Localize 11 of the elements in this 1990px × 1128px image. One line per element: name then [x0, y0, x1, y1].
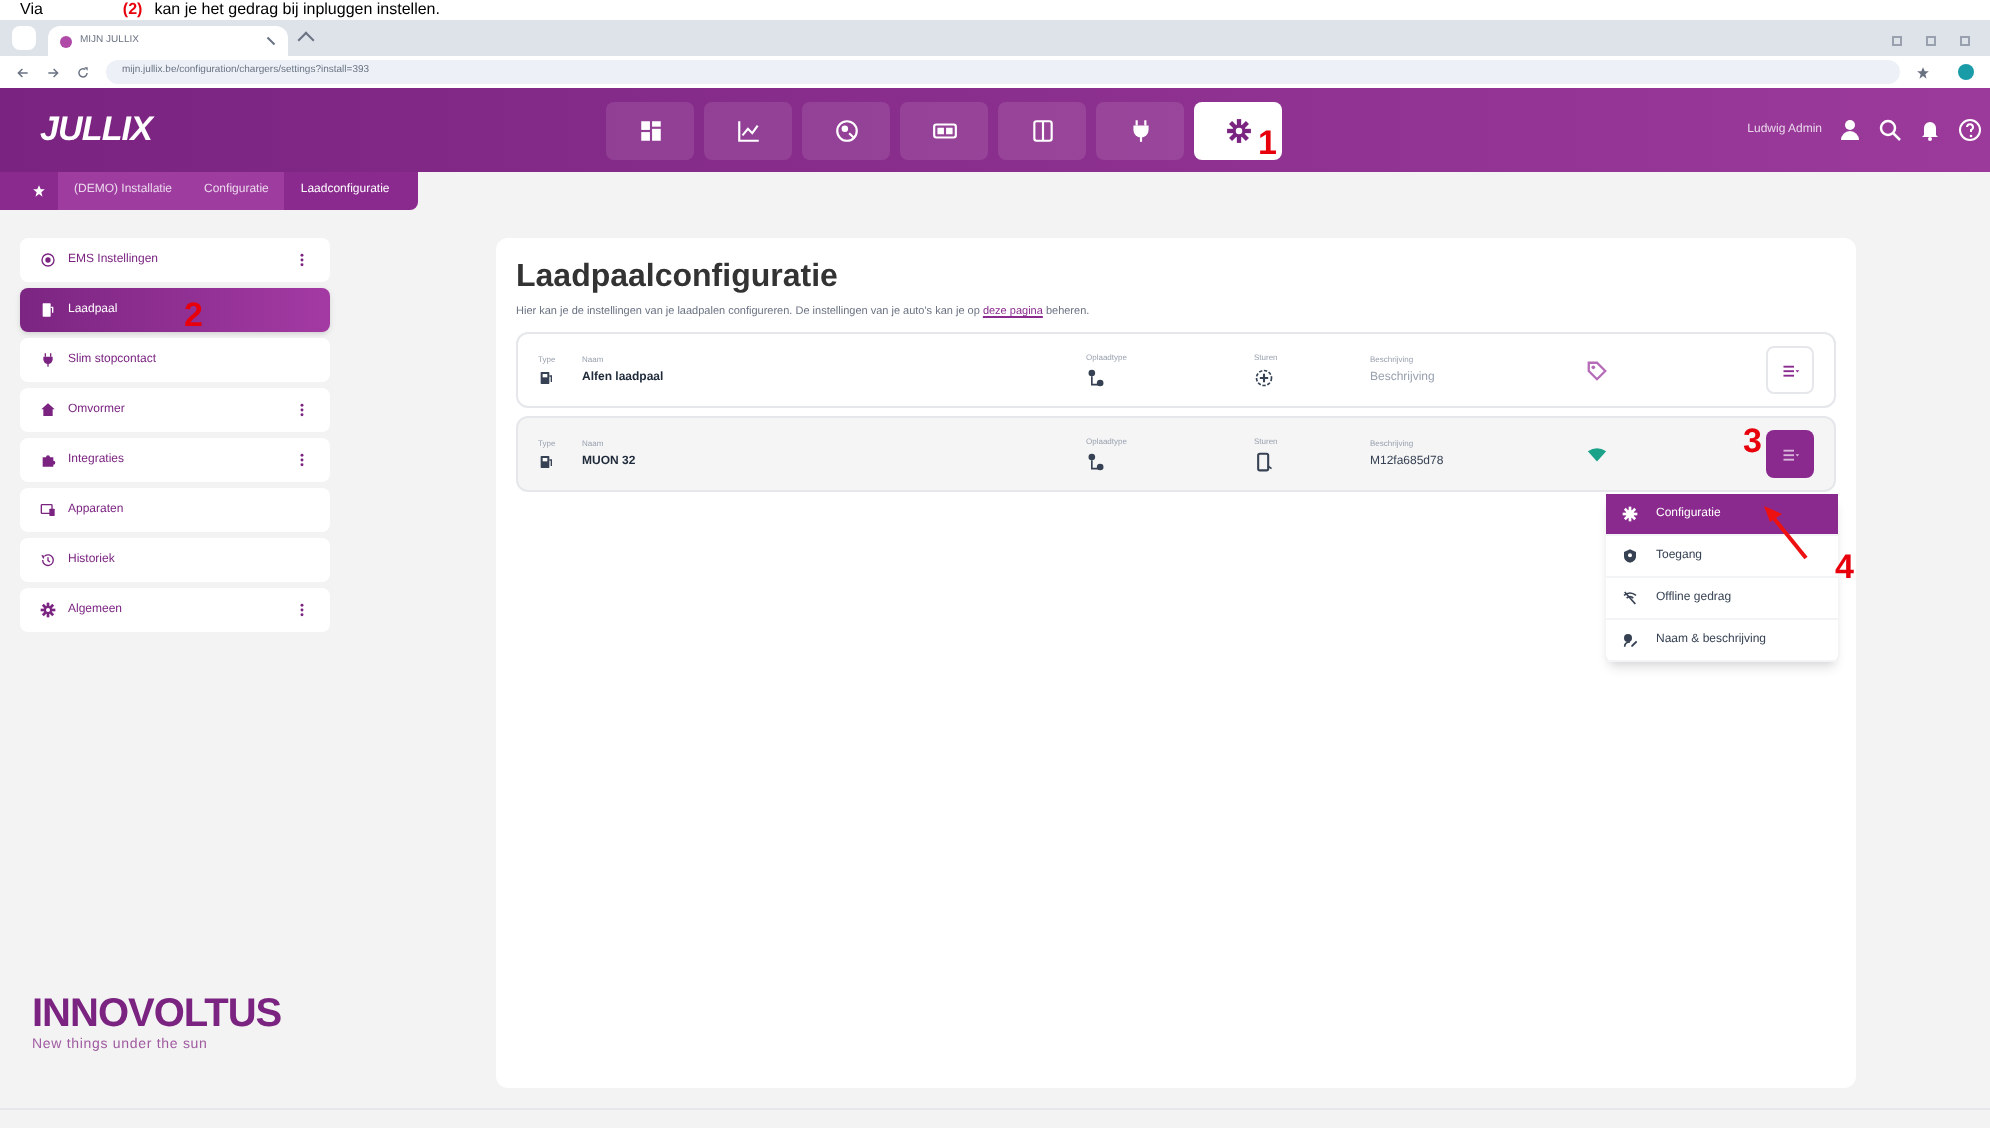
- step-number: 1: [1258, 125, 1277, 159]
- brand-logo-text: INNOVOLTUS: [32, 993, 284, 1033]
- page-title: Laadpaalconfiguratie: [516, 258, 840, 298]
- step-number: 4: [1835, 550, 1854, 585]
- step-reference: (2): [122, 0, 143, 20]
- step-number: 2: [184, 298, 203, 332]
- step-number: 3: [1743, 424, 1762, 459]
- caption-text: kan je het gedrag bij inpluggen instellen.: [154, 0, 440, 20]
- logo-text: JULLIX: [40, 108, 157, 153]
- caption-text: Via: [20, 0, 43, 20]
- nav-tab[interactable]: 1: [1194, 101, 1282, 159]
